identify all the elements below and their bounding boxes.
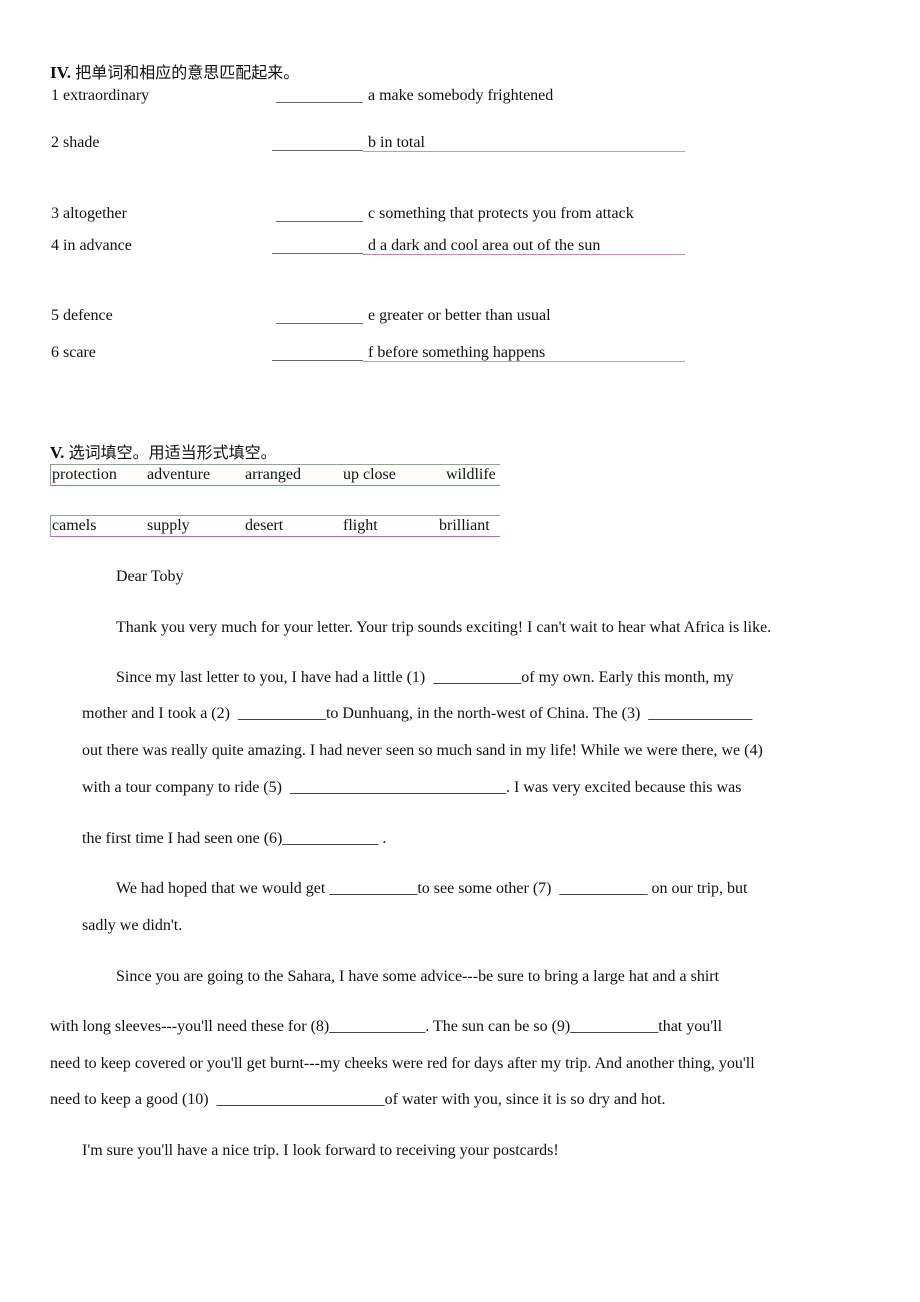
match-blank-5[interactable] [276,323,363,324]
letter-line: mother and I took a (2) ___________to Du… [82,705,753,722]
match-meaning-b: b in total [368,134,425,151]
match-meaning-f: f before something happens [368,344,546,361]
word-option: protection [52,466,117,483]
match-word-2: 2 shade [51,134,100,151]
match-word-4: 4 in advance [51,237,132,254]
word-option: up close [343,466,396,483]
match-meaning-d: d a dark and cool area out of the sun [368,237,601,254]
match-blank-3[interactable] [276,221,363,222]
letter-line: need to keep covered or you'll get burnt… [50,1055,755,1072]
word-box-row-2: camels supply desert flight brilliant [50,515,500,537]
letter-closing: I'm sure you'll have a nice trip. I look… [82,1142,559,1159]
match-word-6: 6 scare [51,344,96,361]
match-meaning-a: a make somebody frightened [368,87,554,104]
section-4-instruction: 把单词和相应的意思匹配起来。 [75,63,300,82]
match-word-5: 5 defence [51,307,113,324]
word-option: arranged [245,466,301,483]
letter-line: Thank you very much for your letter. You… [116,619,772,636]
match-blank-4[interactable] [272,253,363,254]
letter-line: need to keep a good (10) _______________… [50,1091,666,1108]
word-option: desert [245,517,284,534]
word-box-row-1: protection adventure arranged up close w… [50,464,500,486]
word-option: brilliant [439,517,490,534]
word-option: supply [147,517,190,534]
worksheet-page: IV. 把单词和相应的意思匹配起来。 1 extraordinary a mak… [0,0,920,1302]
letter-line: with a tour company to ride (5) ________… [82,779,742,796]
section-5-instruction: 选词填空。用适当形式填空。 [68,443,277,462]
letter-line: Since you are going to the Sahara, I hav… [116,968,720,985]
letter-line: We had hoped that we would get _________… [116,880,748,897]
match-blank-2[interactable] [272,150,363,151]
letter-line: the first time I had seen one (6)_______… [82,830,387,847]
letter-line: Since my last letter to you, I have had … [116,669,734,686]
letter-line: sadly we didn't. [82,917,183,934]
match-word-3: 3 altogether [51,205,127,222]
match-blank-6[interactable] [272,360,363,361]
word-option: camels [52,517,97,534]
letter-greeting: Dear Toby [116,568,184,585]
section-5-number: V. [50,443,65,462]
letter-line: with long sleeves---you'll need these fo… [50,1018,723,1035]
word-option: adventure [147,466,211,483]
word-option: wildlife [446,466,496,483]
letter-line: out there was really quite amazing. I ha… [82,742,763,759]
match-meaning-e: e greater or better than usual [368,307,551,324]
section-4-title: IV. 把单词和相应的意思匹配起来。 [50,63,299,83]
section-5-title: V. 选词填空。用适当形式填空。 [50,443,277,463]
match-word-1: 1 extraordinary [51,87,150,104]
match-meaning-c: c something that protects you from attac… [368,205,634,222]
word-option: flight [343,517,378,534]
match-blank-1[interactable] [276,102,363,103]
section-4-number: IV. [50,63,71,82]
